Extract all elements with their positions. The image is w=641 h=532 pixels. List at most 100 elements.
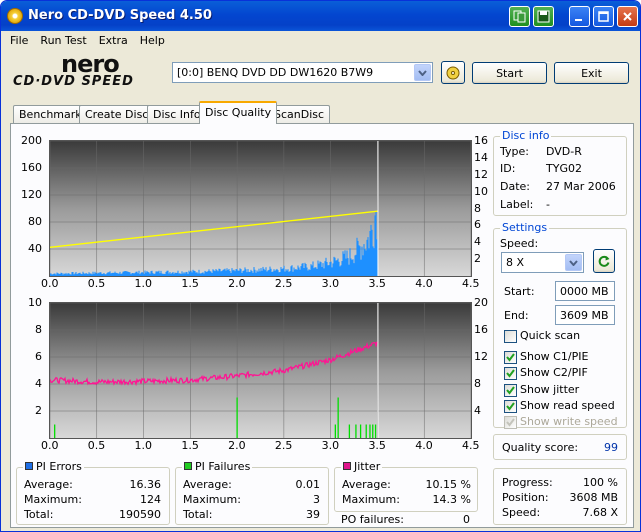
pi-errors-right-tick: 6 — [474, 218, 481, 232]
pi-failures-caption: PI Failures — [182, 460, 253, 473]
pi-errors-left-tick: 40 — [28, 242, 42, 255]
disc-eject-icon — [446, 66, 460, 79]
pi-errors-left-tick: 160 — [21, 161, 42, 174]
refresh-icon — [598, 255, 610, 267]
title-bar[interactable]: Nero CD-DVD Speed 4.50 — [1, 1, 640, 31]
check-icon — [506, 353, 515, 362]
pi-errors-right-tick: 16 — [474, 134, 488, 147]
menu-extra[interactable]: Extra — [93, 34, 134, 47]
pi-errors-x-tick: 2.5 — [274, 277, 293, 290]
start-label: Start: — [504, 285, 535, 298]
disc-quality-panel: 200 160 120 80 40 16 14 12 10 8 6 4 2 0.0 0.5 1.0 1.5 2… — [10, 123, 634, 528]
pi-failures-x-tick: 4.5 — [462, 439, 480, 452]
menu-run-test[interactable]: Run Test — [34, 34, 92, 47]
maximize-button[interactable] — [593, 6, 614, 27]
pi-errors-x-tick: 4.0 — [415, 277, 433, 290]
disc-date-label: Date: — [500, 180, 530, 193]
show-read-speed-checkbox[interactable] — [504, 400, 517, 413]
start-button[interactable]: Start — [472, 62, 547, 84]
tab-scandisc[interactable]: ScanDisc — [268, 105, 331, 124]
progress-label: Progress: — [502, 476, 553, 489]
pi-failures-x-tick: 3.5 — [368, 439, 386, 452]
pi-failures-x-tick: 4.0 — [415, 439, 433, 452]
window-title: Nero CD-DVD Speed 4.50 — [28, 8, 212, 23]
pi-errors-right-tick: 4 — [474, 235, 481, 249]
pi-failures-right-tick: 12 — [474, 350, 488, 363]
speed-select[interactable]: 8 X — [501, 252, 584, 273]
copy-icon[interactable] — [509, 6, 530, 27]
tab-disc-quality[interactable]: Disc Quality — [199, 101, 278, 124]
end-input[interactable]: 3609 MB — [555, 305, 615, 325]
jitter-average-value: 10.15 % — [425, 478, 471, 491]
pi-failures-x-tick: 2.0 — [228, 439, 246, 452]
nero-app-icon[interactable] — [7, 8, 23, 24]
pi-failures-left-tick: 4 — [35, 377, 42, 390]
pi-failures-group: PI Failures Average: 0.01 Maximum: 3 Tot… — [175, 460, 329, 525]
tab-benchmark[interactable]: Benchmark — [13, 105, 88, 124]
position-value: 3608 MB — [569, 491, 618, 504]
pi-failures-maximum-label: Maximum: — [183, 493, 241, 506]
start-input[interactable]: 0000 MB — [555, 281, 615, 301]
end-label: End: — [504, 309, 529, 322]
quality-score-value: 99 — [604, 441, 618, 454]
po-failures-value: 0 — [463, 513, 470, 526]
jitter-maximum-value: 14.3 % — [432, 493, 471, 506]
progress-value: 100 % — [583, 476, 618, 489]
disc-label-label: Label: — [500, 198, 534, 211]
pi-failures-x-tick: 0.5 — [87, 439, 106, 452]
menu-bar: File Run Test Extra Help — [1, 31, 640, 50]
quality-score-group: Quality score: 99 — [493, 434, 627, 460]
quality-score-label: Quality score: — [502, 441, 579, 454]
pi-errors-group: PI Errors Average: 16.36 Maximum: 124 To… — [16, 460, 170, 525]
jitter-average-label: Average: — [342, 478, 391, 491]
pi-errors-caption: PI Errors — [23, 460, 84, 473]
jitter-maximum-label: Maximum: — [342, 493, 400, 506]
tab-disc-info[interactable]: Disc Info — [147, 105, 207, 124]
drive-select[interactable]: [0:0] BENQ DVD DD DW1620 B7W9 — [172, 62, 433, 83]
pi-errors-left-tick: 120 — [21, 188, 42, 201]
pi-errors-right-tick: 8 — [474, 201, 481, 215]
eject-drive-button[interactable] — [441, 61, 465, 84]
drive-select-value: [0:0] BENQ DVD DD DW1620 B7W9 — [177, 66, 374, 79]
chevron-down-icon[interactable] — [565, 254, 582, 271]
quick-scan-checkbox[interactable] — [504, 330, 517, 343]
check-icon — [506, 402, 515, 411]
pi-failures-average-value: 0.01 — [295, 478, 321, 491]
speed-readout-value: 7.68 X — [582, 506, 618, 519]
menu-help[interactable]: Help — [134, 34, 171, 47]
save-icon[interactable] — [533, 6, 554, 27]
nero-cd-dvd-speed-logo: nero CD·DVD SPEED — [13, 50, 163, 93]
disc-label-value: - — [546, 198, 550, 211]
show-jitter-checkbox[interactable] — [504, 384, 517, 397]
refresh-speeds-button[interactable] — [593, 249, 615, 273]
show-c2-pif-label[interactable]: Show C2/PIF — [520, 366, 588, 379]
show-jitter-label[interactable]: Show jitter — [520, 383, 579, 396]
show-c1-pie-checkbox[interactable] — [504, 351, 517, 364]
pi-failures-right-tick: 8 — [474, 377, 481, 390]
minimize-button[interactable] — [569, 6, 590, 27]
exit-button[interactable]: Exit — [554, 62, 629, 84]
pi-errors-chart-svg — [50, 141, 471, 276]
pi-errors-x-tick: 3.5 — [368, 277, 386, 290]
pi-failures-chart — [49, 302, 472, 439]
chevron-down-icon[interactable] — [414, 64, 431, 81]
tab-create-disc[interactable]: Create Disc — [79, 105, 155, 124]
show-c2-pif-checkbox[interactable] — [504, 367, 517, 380]
pi-failures-x-tick: 1.0 — [134, 439, 153, 452]
menu-file[interactable]: File — [4, 34, 34, 47]
pi-failures-maximum-value: 3 — [313, 493, 320, 506]
close-button[interactable] — [617, 6, 638, 27]
show-read-speed-label[interactable]: Show read speed — [520, 399, 615, 412]
pi-errors-total-label: Total: — [24, 508, 54, 521]
pi-failures-left-tick: 8 — [35, 323, 42, 336]
jitter-caption: Jitter — [341, 460, 383, 473]
disc-date-value: 27 Mar 2006 — [546, 180, 616, 193]
disc-type-value: DVD-R — [546, 145, 582, 158]
show-c1-pie-label[interactable]: Show C1/PIE — [520, 350, 588, 363]
pi-errors-right-tick: 2 — [474, 252, 481, 266]
pi-errors-x-tick: 3.0 — [321, 277, 340, 290]
quick-scan-label[interactable]: Quick scan — [520, 329, 580, 342]
jitter-group: Jitter Average: 10.15 % Maximum: 14.3 % — [334, 460, 478, 512]
speed-label: Speed: — [500, 237, 539, 250]
pi-errors-x-tick: 1.0 — [134, 277, 153, 290]
